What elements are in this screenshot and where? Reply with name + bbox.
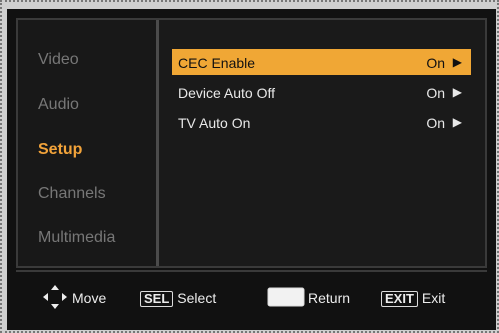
- sidebar-item-video[interactable]: Video: [38, 51, 79, 69]
- setting-value: On: [426, 85, 445, 101]
- setting-value: On: [426, 115, 445, 131]
- return-hint: Return: [308, 290, 351, 306]
- osd-outer-border: Video Audio Setup Channels Multimedia CE…: [0, 0, 499, 333]
- arrow-right-icon: ▶: [452, 55, 462, 69]
- sel-key: SEL: [140, 291, 174, 307]
- sidebar-item-channels[interactable]: Channels: [38, 185, 106, 203]
- return-button-icon: [267, 287, 305, 307]
- setting-label: CEC Enable: [178, 55, 256, 71]
- settings-list: CEC Enable On ▶ Device Auto Off On ▶ TV …: [159, 20, 485, 266]
- move-hint: Move: [72, 290, 107, 306]
- sidebar: Video Audio Setup Channels Multimedia: [18, 20, 159, 266]
- arrow-right-icon: ▶: [452, 115, 462, 129]
- sidebar-item-setup[interactable]: Setup: [38, 141, 82, 159]
- sidebar-item-multimedia[interactable]: Multimedia: [38, 229, 115, 247]
- select-hint-label: Select: [177, 290, 217, 306]
- menu-window: Video Audio Setup Channels Multimedia CE…: [7, 9, 496, 330]
- menu-panel: Video Audio Setup Channels Multimedia CE…: [16, 18, 487, 268]
- exit-hint-label: Exit: [421, 290, 446, 306]
- setting-row-cec-enable[interactable]: CEC Enable On ▶: [172, 49, 471, 75]
- setting-row-tv-auto-on[interactable]: TV Auto On On ▶: [172, 109, 471, 135]
- sidebar-item-audio[interactable]: Audio: [38, 96, 79, 114]
- four-way-arrow-icon: [43, 285, 67, 309]
- select-hint: SEL Select: [140, 290, 216, 307]
- setting-label: TV Auto On: [178, 115, 251, 131]
- setting-label: Device Auto Off: [178, 85, 276, 101]
- setting-value: On: [426, 55, 445, 71]
- footer-hints: Move SEL Select Return EXIT Exit: [16, 270, 487, 325]
- exit-key: EXIT: [381, 291, 418, 307]
- exit-hint: EXIT Exit: [381, 290, 445, 307]
- arrow-right-icon: ▶: [452, 85, 462, 99]
- setting-row-device-auto-off[interactable]: Device Auto Off On ▶: [172, 79, 471, 105]
